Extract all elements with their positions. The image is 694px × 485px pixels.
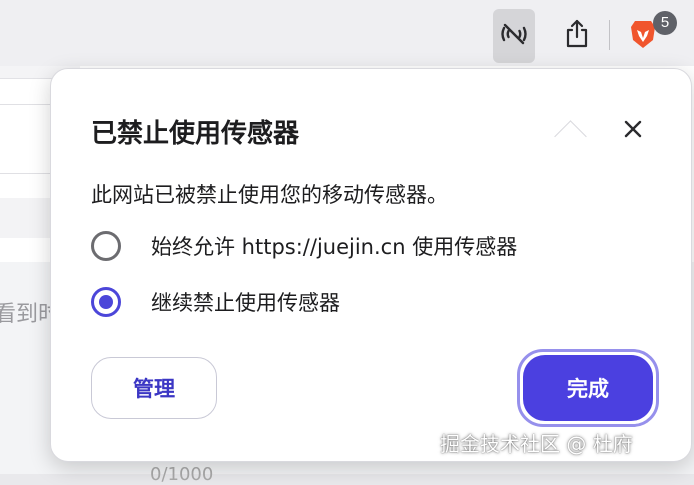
option-always-allow[interactable]: 始终允许 https://juejin.cn 使用传感器 [91, 231, 517, 261]
option-always-allow-label: 始终允许 https://juejin.cn 使用传感器 [151, 235, 518, 259]
share-button[interactable] [556, 9, 598, 63]
sensor-blocked-icon [499, 19, 529, 53]
popup-description: 此网站已被禁止使用您的移动传感器。 [91, 183, 448, 207]
brave-badge-count: 5 [653, 11, 677, 35]
option-keep-blocking-label: 继续禁止使用传感器 [151, 291, 340, 315]
toolbar-separator [609, 20, 610, 50]
manage-button[interactable]: 管理 [91, 357, 217, 419]
popup-arrow [554, 120, 587, 153]
radio-always-allow[interactable] [91, 231, 121, 261]
option-keep-blocking[interactable]: 继续禁止使用传感器 [91, 287, 340, 317]
popup-title: 已禁止使用传感器 [91, 119, 300, 149]
done-button[interactable]: 完成 [523, 355, 653, 421]
watermark-text: 掘金技术社区 @ 杜府 [440, 432, 633, 456]
sensor-blocked-button[interactable] [493, 9, 535, 63]
sensor-blocked-popup: 已禁止使用传感器 此网站已被禁止使用您的移动传感器。 始终允许 https://… [50, 68, 692, 462]
browser-toolbar: 5 [0, 0, 694, 66]
close-button[interactable] [619, 117, 647, 145]
share-icon [563, 18, 591, 54]
radio-keep-blocking[interactable] [91, 287, 121, 317]
page-char-counter: 0/1000 [150, 464, 214, 485]
close-icon [623, 119, 643, 143]
